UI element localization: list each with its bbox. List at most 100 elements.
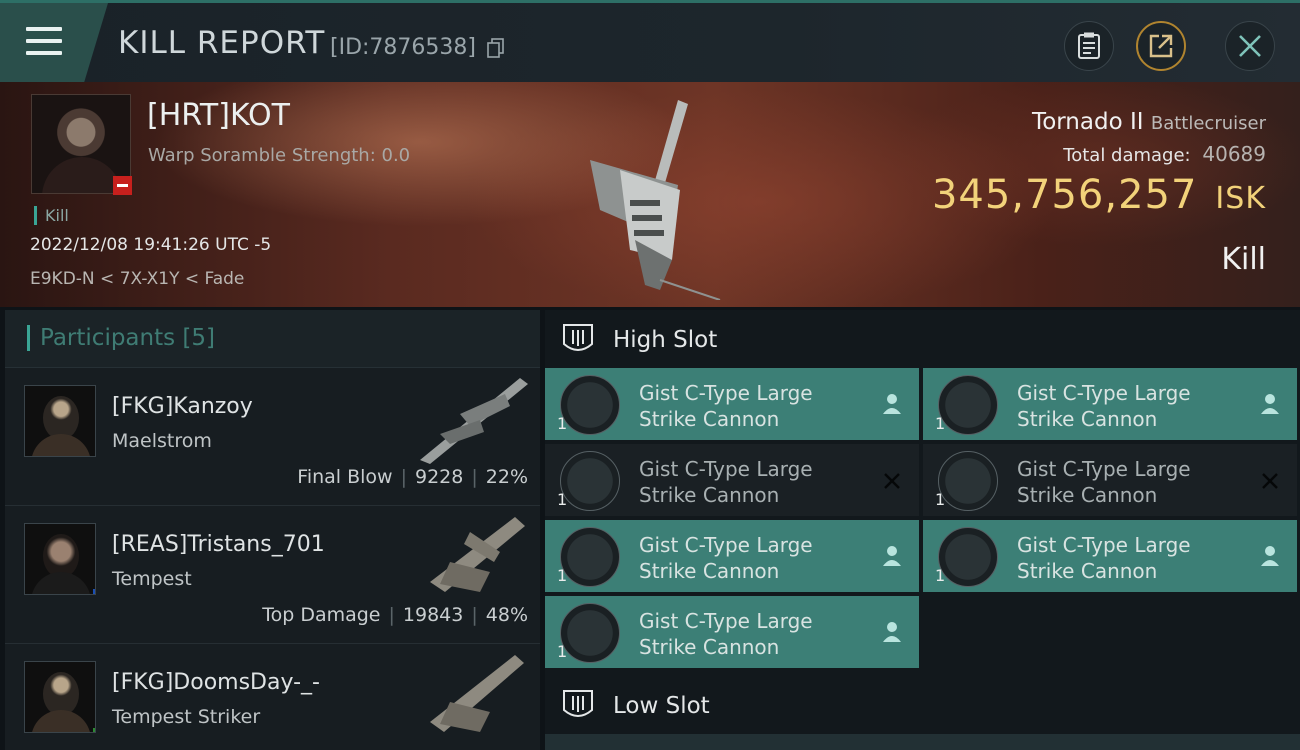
participants-title: Participants [5] (40, 325, 215, 351)
participant-ship: Tempest (112, 568, 192, 590)
victim-ship-image[interactable] (560, 90, 750, 300)
cannon-icon (938, 527, 998, 587)
participant-damage: 9228 (415, 466, 464, 488)
avatar (24, 385, 96, 457)
module-name: Gist C-Type Large Strike Cannon (639, 533, 813, 583)
module-name: Gist C-Type Large Strike Cannon (1017, 381, 1191, 431)
participant-row[interactable]: [REAS]Tristans_701 Tempest Top Damage | 19… (5, 506, 540, 644)
share-icon (1149, 34, 1173, 58)
total-damage: Total damage: 40689 (1063, 142, 1266, 166)
high-slot-grid: 1 Gist C-Type Large Strike Cannon 1 Gist… (545, 368, 1300, 676)
participant-damage: 19843 (402, 604, 464, 626)
participant-ship-image (420, 378, 528, 464)
module-name: Gist C-Type Large Strike Cannon (639, 457, 813, 507)
page-title: KILL REPORT (118, 25, 326, 61)
avatar (24, 661, 96, 733)
participants-panel: Participants [5] [FKG]Kanzoy Maelstrom F… (5, 310, 540, 750)
module-item[interactable]: 1 Gist C-Type Large Strike Cannon (545, 596, 919, 668)
module-qty: 1 (557, 566, 568, 585)
participant-ship-image (430, 655, 524, 732)
cannon-icon (938, 451, 998, 511)
pilot-icon (883, 546, 901, 566)
module-item[interactable]: 1 Gist C-Type Large Strike Cannon (545, 520, 919, 592)
kill-id: [ID:7876538] (330, 35, 476, 60)
module-item[interactable]: 1 Gist C-Type Large Strike Cannon (545, 444, 919, 516)
share-button[interactable] (1136, 21, 1186, 71)
close-button[interactable] (1225, 21, 1275, 71)
top-bar: KILL REPORT [ID:7876538] (0, 0, 1300, 82)
module-qty: 1 (557, 642, 568, 661)
participant-ship-image (430, 517, 525, 592)
cannon-icon (560, 375, 620, 435)
module-qty: 1 (935, 490, 946, 509)
cannon-icon (560, 527, 620, 587)
victim-name[interactable]: [HRT]KOT (147, 98, 290, 133)
isk-unit: ISK (1215, 181, 1266, 216)
low-slot-label: Low Slot (613, 693, 710, 719)
close-icon (1239, 35, 1261, 57)
copy-icon[interactable] (487, 38, 505, 58)
slot-icon (563, 324, 593, 351)
low-slot-header: Low Slot (545, 676, 1300, 734)
module-qty: 1 (935, 414, 946, 433)
participant-percent: 22% (485, 466, 528, 488)
clipboard-icon (1078, 32, 1100, 59)
cannon-icon (938, 375, 998, 435)
menu-icon (26, 27, 62, 57)
loss-badge-icon (113, 176, 132, 195)
module-item[interactable]: 1 Gist C-Type Large Strike Cannon (923, 520, 1297, 592)
participant-ship: Maelstrom (112, 430, 212, 452)
participant-role: Final Blow (297, 466, 393, 488)
module-name: Gist C-Type Large Strike Cannon (639, 609, 813, 659)
participant-role: Top Damage (262, 604, 381, 626)
module-qty: 1 (935, 566, 946, 585)
clipboard-button[interactable] (1064, 21, 1114, 71)
corp-badge-icon (93, 728, 95, 732)
participant-stats: Final Blow | 9228 | 22% (297, 466, 528, 488)
avatar (24, 523, 96, 595)
kill-location[interactable]: E9KD-N < 7X-X1Y < Fade (30, 269, 244, 289)
participant-row[interactable]: [FKG]DoomsDay-_- Tempest Striker (5, 644, 540, 750)
slot-icon (563, 690, 593, 717)
ship-name: Tornado II (1032, 109, 1144, 135)
high-slot-label: High Slot (613, 327, 718, 353)
kill-result: Kill (1221, 242, 1266, 277)
pilot-icon (1261, 394, 1279, 414)
module-name: Gist C-Type Large Strike Cannon (1017, 457, 1191, 507)
pilot-icon (883, 622, 901, 642)
participant-name: [FKG]DoomsDay-_- (112, 670, 320, 695)
isk-amount: 345,756,257 (931, 172, 1198, 218)
module-item[interactable]: 1 Gist C-Type Large Strike Cannon (545, 368, 919, 440)
corp-badge-icon (93, 589, 95, 594)
kill-banner: [HRT]KOT Warp Soramble Strength: 0.0 Kil… (0, 82, 1300, 307)
participant-name: [REAS]Tristans_701 (112, 532, 325, 557)
participant-row[interactable]: [FKG]Kanzoy Maelstrom Final Blow | 9228 | 22… (5, 368, 540, 506)
cannon-icon (560, 603, 620, 663)
module-item[interactable]: 1 Gist C-Type Large Strike Cannon (923, 444, 1297, 516)
victim-ship[interactable]: Tornado II Battlecruiser (1032, 109, 1266, 135)
module-item[interactable]: 1 Gist C-Type Large Strike Cannon (923, 368, 1297, 440)
total-damage-label: Total damage: (1063, 145, 1191, 166)
module-qty: 1 (557, 414, 568, 433)
fitting-panel: High Slot 1 Gist C-Type Large Strike Can… (545, 310, 1300, 750)
pilot-icon (1261, 546, 1279, 566)
module-name: Gist C-Type Large Strike Cannon (639, 381, 813, 431)
destroyed-x-icon (884, 473, 900, 489)
participant-stats: Top Damage | 19843 | 48% (262, 604, 528, 626)
module-qty: 1 (557, 490, 568, 509)
participant-ship: Tempest Striker (112, 706, 261, 728)
participants-header[interactable]: Participants [5] (5, 310, 540, 368)
pilot-icon (883, 394, 901, 414)
participant-name: [FKG]Kanzoy (112, 394, 253, 419)
destroyed-x-icon (1262, 473, 1278, 489)
ship-class: Battlecruiser (1150, 113, 1266, 134)
warp-scramble-strength: Warp Soramble Strength: 0.0 (148, 145, 411, 166)
isk-value: 345,756,257 ISK (932, 172, 1266, 218)
cannon-icon (560, 451, 620, 511)
high-slot-header: High Slot (545, 310, 1300, 368)
menu-button[interactable] (0, 3, 108, 82)
participant-percent: 48% (485, 604, 528, 626)
kill-tag: Kill (34, 206, 69, 225)
low-slot-grid (545, 734, 1300, 750)
total-damage-value: 40689 (1202, 142, 1266, 166)
